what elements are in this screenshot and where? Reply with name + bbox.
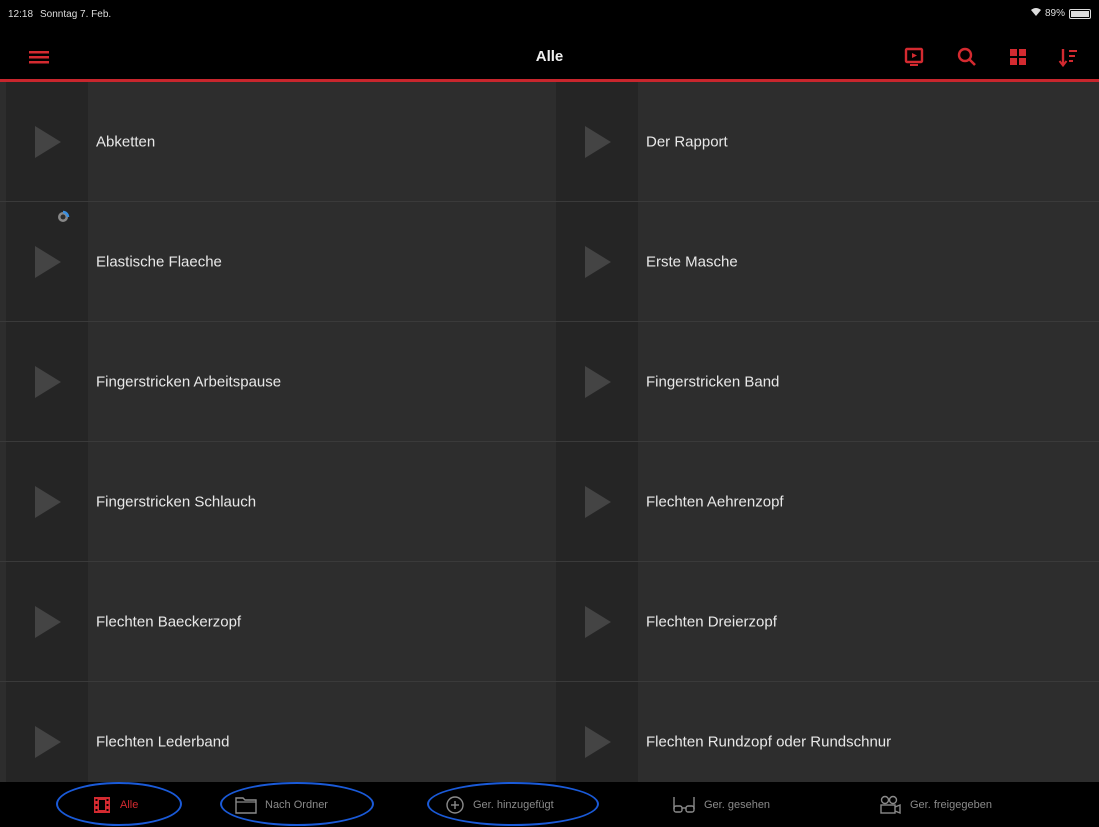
- video-item[interactable]: Elastische Flaeche: [0, 202, 550, 322]
- video-thumbnail: [556, 202, 638, 321]
- tab-alle[interactable]: Alle: [56, 782, 182, 826]
- video-thumbnail: [6, 322, 88, 441]
- play-icon: [585, 125, 611, 158]
- video-item[interactable]: Fingerstricken Arbeitspause: [0, 322, 550, 442]
- video-title: Fingerstricken Schlauch: [96, 493, 257, 510]
- play-icon: [585, 365, 611, 398]
- tab-label: Ger. hinzugefügt: [473, 799, 554, 811]
- grid-view-icon[interactable]: [1007, 46, 1029, 68]
- video-item[interactable]: Fingerstricken Schlauch: [0, 442, 550, 562]
- video-thumbnail: [6, 562, 88, 681]
- video-item[interactable]: Flechten Dreierzopf: [550, 562, 1099, 682]
- sort-icon[interactable]: [1058, 46, 1080, 68]
- video-item[interactable]: Abketten: [0, 82, 550, 202]
- video-grid: Abketten Der Rapport Elastische Flaeche …: [0, 82, 1099, 802]
- play-icon: [35, 725, 61, 758]
- video-item[interactable]: Erste Masche: [550, 202, 1099, 322]
- video-thumbnail: [556, 82, 638, 201]
- video-thumbnail: [556, 562, 638, 681]
- tab-label: Ger. gesehen: [704, 799, 771, 811]
- video-item[interactable]: Fingerstricken Band: [550, 322, 1099, 442]
- tab-nach-ordner[interactable]: Nach Ordner: [220, 782, 374, 826]
- play-icon: [35, 605, 61, 638]
- video-title: Flechten Rundzopf oder Rundschnur: [646, 733, 892, 750]
- cast-icon[interactable]: [903, 46, 925, 68]
- video-title: Der Rapport: [646, 133, 728, 150]
- glasses-icon: [673, 797, 695, 813]
- play-icon: [35, 485, 61, 518]
- video-thumbnail: [556, 442, 638, 561]
- video-title: Fingerstricken Band: [646, 373, 780, 390]
- wifi-icon: [1030, 8, 1041, 19]
- video-item[interactable]: Flechten Baeckerzopf: [0, 562, 550, 682]
- tab-label: Alle: [120, 799, 139, 811]
- video-title: Flechten Aehrenzopf: [646, 493, 784, 510]
- tab-ger-freigegeben[interactable]: Ger. freigegeben: [878, 788, 992, 822]
- video-title: Abketten: [96, 133, 156, 150]
- play-icon: [585, 485, 611, 518]
- camera-icon: [880, 795, 901, 815]
- tab-label: Ger. freigegeben: [910, 799, 992, 811]
- progress-indicator-icon: [58, 210, 70, 222]
- video-title: Fingerstricken Arbeitspause: [96, 373, 282, 390]
- video-thumbnail: [6, 442, 88, 561]
- tab-label: Nach Ordner: [265, 799, 328, 811]
- play-icon: [585, 725, 611, 758]
- video-thumbnail: [556, 322, 638, 441]
- plus-circle-icon: [446, 796, 464, 814]
- tab-bar: Alle Nach Ordner Ger. hinzugefügt Ger. g…: [0, 782, 1099, 827]
- play-icon: [35, 245, 61, 278]
- play-icon: [35, 125, 61, 158]
- tab-ger-hinzugefuegt[interactable]: Ger. hinzugefügt: [427, 782, 599, 826]
- video-title: Erste Masche: [646, 253, 738, 270]
- status-time: 12:18: [8, 9, 34, 20]
- tab-ger-gesehen[interactable]: Ger. gesehen: [672, 788, 770, 822]
- play-icon: [585, 245, 611, 278]
- nav-bar: Alle: [0, 30, 1099, 82]
- video-item[interactable]: Der Rapport: [550, 82, 1099, 202]
- video-thumbnail: [6, 82, 88, 201]
- battery-icon: [1069, 8, 1091, 19]
- folder-icon: [235, 797, 257, 814]
- highlight-circle: [56, 782, 182, 826]
- video-title: Flechten Lederband: [96, 733, 230, 750]
- search-icon[interactable]: [956, 46, 978, 68]
- video-title: Elastische Flaeche: [96, 253, 222, 270]
- status-date: Sonntag 7. Feb.: [40, 9, 112, 20]
- video-item[interactable]: Flechten Aehrenzopf: [550, 442, 1099, 562]
- status-right: 89%: [1030, 8, 1091, 19]
- video-title: Flechten Dreierzopf: [646, 613, 777, 630]
- play-icon: [585, 605, 611, 638]
- battery-percent: 89%: [1044, 8, 1065, 19]
- video-title: Flechten Baeckerzopf: [96, 613, 242, 630]
- video-thumbnail: [6, 202, 88, 321]
- page-title: Alle: [535, 48, 564, 65]
- film-icon: [94, 797, 110, 813]
- play-icon: [35, 365, 61, 398]
- status-bar: 12:18 Sonntag 7. Feb. 89%: [0, 0, 1099, 30]
